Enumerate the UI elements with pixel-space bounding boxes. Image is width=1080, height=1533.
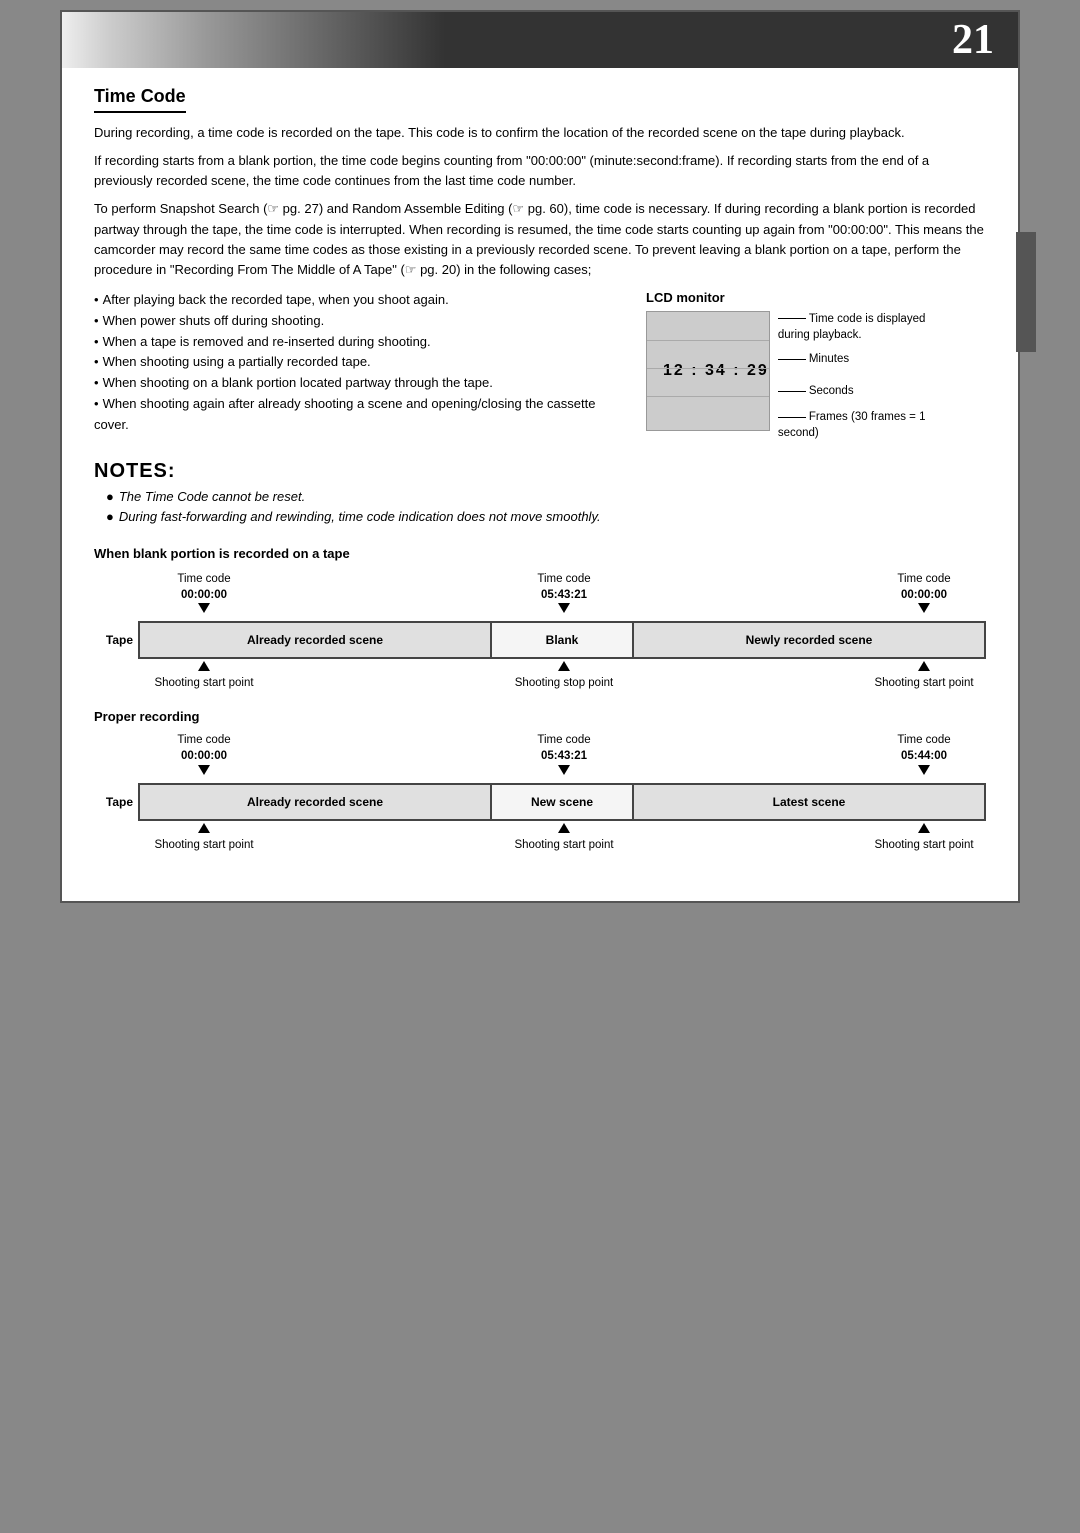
blank-diagram-heading: When blank portion is recorded on a tape (94, 546, 986, 561)
bullet-item-2: When power shuts off during shooting. (94, 311, 622, 332)
proper-recording-title: Proper recording (94, 709, 986, 724)
arrow-up-2 (558, 661, 570, 671)
proper-arrow-up-2 (558, 823, 570, 833)
arrow-up-3 (918, 661, 930, 671)
notes-title: NOTES: (94, 460, 986, 483)
blank-tape-track: Tape Already recorded scene Blank Newly … (94, 621, 986, 659)
proper-shoot-2: Shooting start point (504, 839, 624, 851)
proper-shoot-3: Shooting start point (864, 839, 984, 851)
blank-arrows-bottom (94, 661, 986, 677)
proper-arrow-up-1 (198, 823, 210, 833)
proper-shoot-labels: Shooting start point Shooting start poin… (94, 839, 986, 851)
bullet-item-3: When a tape is removed and re-inserted d… (94, 332, 622, 353)
proper-tape-label: Tape (94, 795, 138, 809)
section-title: Time Code (94, 86, 186, 113)
blank-seg-new: Newly recorded scene (634, 623, 984, 657)
blank-diagram-section: When blank portion is recorded on a tape… (94, 546, 986, 689)
proper-arrow-down-3 (918, 765, 930, 775)
blank-tc-row: Time code 00:00:00 Time code 05:43:21 Ti… (94, 571, 986, 603)
bullet-list-col: After playing back the recorded tape, wh… (94, 290, 622, 442)
blank-seg-blank: Blank (492, 623, 634, 657)
blank-shoot-labels: Shooting start point Shooting stop point… (94, 677, 986, 689)
paragraph-1: During recording, a time code is recorde… (94, 123, 986, 143)
proper-tc-1: Time code 00:00:00 (144, 732, 264, 764)
bullet-item-5: When shooting on a blank portion located… (94, 373, 622, 394)
proper-arrow-down-1 (198, 765, 210, 775)
blank-tc-arrows-top (94, 603, 986, 619)
content-area: Time Code During recording, a time code … (62, 68, 1018, 861)
page-header: 21 (62, 12, 1018, 68)
lcd-monitor-label: LCD monitor (646, 290, 986, 305)
proper-arrow-up-3 (918, 823, 930, 833)
blank-seg-recorded: Already recorded scene (140, 623, 492, 657)
lcd-timecode: 12 : 34 : 29 (663, 362, 769, 380)
paragraph-3: To perform Snapshot Search (☞ pg. 27) an… (94, 199, 986, 280)
proper-track-body: Already recorded scene New scene Latest … (138, 783, 986, 821)
paragraph-2: If recording starts from a blank portion… (94, 151, 986, 191)
proper-tc-2: Time code 05:43:21 (504, 732, 624, 764)
lcd-diagram: 12 : 34 : 29 (646, 311, 770, 431)
lcd-ann-3: Seconds (778, 383, 940, 399)
proper-tc-3: Time code 05:44:00 (864, 732, 984, 764)
note-item-2: During fast-forwarding and rewinding, ti… (94, 507, 986, 528)
proper-tc-arrows-top (94, 765, 986, 781)
arrow-down-1 (198, 603, 210, 613)
blank-tc-2: Time code 05:43:21 (504, 571, 624, 603)
blank-shoot-3: Shooting start point (864, 677, 984, 689)
lcd-ann-2: Minutes (778, 351, 940, 367)
bullet-item-4: When shooting using a partially recorded… (94, 352, 622, 373)
proper-diagram-section: Proper recording Time code 00:00:00 Time… (94, 709, 986, 850)
proper-arrows-bottom (94, 823, 986, 839)
blank-shoot-2: Shooting stop point (504, 677, 624, 689)
blank-track-body: Already recorded scene Blank Newly recor… (138, 621, 986, 659)
proper-arrow-down-2 (558, 765, 570, 775)
blank-tc-3: Time code 00:00:00 (864, 571, 984, 603)
right-tab (1016, 232, 1036, 352)
page-wrapper: 21 Time Code During recording, a time co… (60, 10, 1020, 903)
blank-shoot-1: Shooting start point (144, 677, 264, 689)
bullet-item-1: After playing back the recorded tape, wh… (94, 290, 622, 311)
arrow-down-3 (918, 603, 930, 613)
arrow-down-2 (558, 603, 570, 613)
proper-tape-track: Tape Already recorded scene New scene La… (94, 783, 986, 821)
two-column-layout: After playing back the recorded tape, wh… (94, 290, 986, 442)
proper-seg-recorded: Already recorded scene (140, 785, 492, 819)
lcd-ann-4: Frames (30 frames = 1 second) (778, 409, 940, 441)
proper-shoot-1: Shooting start point (144, 839, 264, 851)
lcd-ann-1: Time code is displayed during playback. (778, 311, 940, 343)
arrow-up-1 (198, 661, 210, 671)
proper-seg-new-scene: New scene (492, 785, 634, 819)
blank-tape-label: Tape (94, 633, 138, 647)
page-number: 21 (952, 16, 994, 64)
proper-tc-row: Time code 00:00:00 Time code 05:43:21 Ti… (94, 732, 986, 764)
lcd-annotations: Time code is displayed during playback. … (770, 311, 940, 442)
notes-section: NOTES: The Time Code cannot be reset. Du… (94, 460, 986, 529)
bullet-item-6: When shooting again after already shooti… (94, 394, 622, 436)
proper-seg-latest: Latest scene (634, 785, 984, 819)
bullet-list: After playing back the recorded tape, wh… (94, 290, 622, 436)
lcd-monitor-col: LCD monitor 12 : 34 : 29 Time c (646, 290, 986, 442)
note-item-1: The Time Code cannot be reset. (94, 487, 986, 508)
blank-tc-1: Time code 00:00:00 (144, 571, 264, 603)
